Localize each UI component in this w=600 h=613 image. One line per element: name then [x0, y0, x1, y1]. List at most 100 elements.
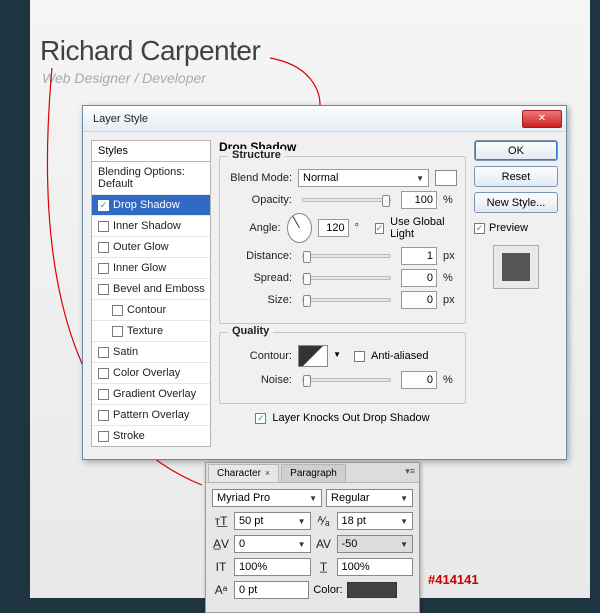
distance-label: Distance: [228, 250, 292, 262]
noise-slider[interactable] [302, 378, 391, 382]
knockout-checkbox[interactable] [255, 413, 266, 424]
baseline-input[interactable]: 0 pt [234, 581, 309, 599]
blend-mode-label: Blend Mode: [228, 172, 292, 184]
styles-item[interactable]: Gradient Overlay [92, 384, 210, 405]
font-weight-dropdown[interactable]: Regular▼ [326, 489, 413, 507]
close-button[interactable]: ✕ [522, 110, 562, 128]
caret-down-icon: ▼ [333, 350, 341, 359]
angle-dial[interactable] [287, 213, 312, 243]
style-label: Inner Shadow [113, 220, 181, 232]
style-checkbox[interactable] [98, 221, 109, 232]
dialog-title: Layer Style [87, 113, 148, 125]
style-label: Bevel and Emboss [113, 283, 205, 295]
global-light-label: Use Global Light [390, 216, 457, 240]
opacity-input[interactable]: 100 [401, 191, 437, 209]
contour-picker[interactable]: ▼ [298, 345, 328, 367]
ok-button[interactable]: OK [474, 140, 558, 161]
menu-icon: ▾≡ [405, 466, 415, 477]
font-size-icon: т͟T [212, 514, 230, 528]
style-label: Contour [127, 304, 166, 316]
styles-item[interactable]: Satin [92, 342, 210, 363]
tab-character[interactable]: Character× [208, 464, 279, 482]
text-color-swatch[interactable] [347, 582, 397, 598]
styles-header[interactable]: Styles [91, 140, 211, 161]
style-checkbox[interactable] [98, 347, 109, 358]
size-input[interactable]: 0 [401, 291, 437, 309]
distance-slider[interactable] [302, 254, 391, 258]
styles-item[interactable]: Stroke [92, 426, 210, 446]
leading-icon: ᴬ⁄ₐ [315, 514, 333, 528]
shadow-color-swatch[interactable] [435, 170, 457, 186]
caret-down-icon: ▼ [416, 174, 424, 183]
angle-label: Angle: [228, 222, 281, 234]
reset-button[interactable]: Reset [474, 166, 558, 187]
tracking-icon: AV [315, 537, 333, 551]
styles-item[interactable]: Blending Options: Default [92, 162, 210, 195]
styles-item[interactable]: Bevel and Emboss [92, 279, 210, 300]
style-checkbox[interactable] [98, 389, 109, 400]
style-checkbox[interactable] [112, 305, 123, 316]
page-title: Richard Carpenter [40, 35, 260, 67]
quality-title: Quality [228, 325, 273, 337]
caret-down-icon: ▼ [298, 517, 306, 526]
kerning-input[interactable]: 0▼ [234, 535, 311, 553]
style-checkbox[interactable] [98, 431, 109, 442]
spread-slider[interactable] [302, 276, 391, 280]
styles-item[interactable]: Pattern Overlay [92, 405, 210, 426]
styles-item[interactable]: Color Overlay [92, 363, 210, 384]
anti-aliased-label: Anti-aliased [371, 350, 428, 362]
style-label: Color Overlay [113, 367, 180, 379]
tab-paragraph[interactable]: Paragraph [281, 464, 346, 482]
vscale-icon: IT [212, 560, 230, 574]
style-checkbox[interactable] [98, 368, 109, 379]
distance-input[interactable]: 1 [401, 247, 437, 265]
styles-item[interactable]: Inner Shadow [92, 216, 210, 237]
hscale-input[interactable]: 100% [337, 558, 414, 576]
structure-title: Structure [228, 149, 285, 161]
vscale-input[interactable]: 100% [234, 558, 311, 576]
anti-aliased-checkbox[interactable] [354, 351, 365, 362]
style-label: Blending Options: Default [98, 166, 206, 190]
spread-input[interactable]: 0 [401, 269, 437, 287]
global-light-checkbox[interactable] [375, 223, 385, 234]
style-label: Satin [113, 346, 138, 358]
styles-item[interactable]: Outer Glow [92, 237, 210, 258]
close-icon[interactable]: × [265, 468, 270, 478]
caret-down-icon: ▼ [400, 540, 408, 549]
styles-item[interactable]: Contour [92, 300, 210, 321]
opacity-slider[interactable] [302, 198, 391, 202]
font-family-dropdown[interactable]: Myriad Pro▼ [212, 489, 322, 507]
new-style-button[interactable]: New Style... [474, 192, 558, 213]
styles-item[interactable]: Inner Glow [92, 258, 210, 279]
preview-checkbox[interactable] [474, 223, 485, 234]
leading-input[interactable]: 18 pt▼ [337, 512, 414, 530]
size-label: Size: [228, 294, 292, 306]
contour-label: Contour: [228, 350, 292, 362]
layer-style-dialog: Layer Style ✕ Styles Blending Options: D… [82, 105, 567, 460]
size-slider[interactable] [302, 298, 391, 302]
panel-menu[interactable]: ▾≡ [405, 466, 415, 477]
page-subtitle: Web Designer / Developer [42, 70, 206, 86]
angle-input[interactable]: 120 [318, 219, 349, 237]
style-checkbox[interactable] [98, 263, 109, 274]
style-checkbox[interactable] [98, 200, 109, 211]
styles-item[interactable]: Drop Shadow [92, 195, 210, 216]
kerning-icon: A̲V [212, 537, 230, 551]
blend-mode-dropdown[interactable]: Normal ▼ [298, 169, 429, 187]
style-label: Inner Glow [113, 262, 166, 274]
style-checkbox[interactable] [112, 326, 123, 337]
caret-down-icon: ▼ [400, 517, 408, 526]
caret-down-icon: ▼ [400, 494, 408, 503]
dialog-titlebar[interactable]: Layer Style ✕ [83, 106, 566, 132]
style-checkbox[interactable] [98, 284, 109, 295]
noise-input[interactable]: 0 [401, 371, 437, 389]
styles-item[interactable]: Texture [92, 321, 210, 342]
color-hex-annotation: #414141 [428, 572, 479, 587]
font-size-input[interactable]: 50 pt▼ [234, 512, 311, 530]
hscale-icon: T̲ [315, 560, 333, 574]
tracking-input[interactable]: -50▼ [337, 535, 414, 553]
preview-swatch [493, 245, 539, 289]
baseline-icon: Aᵃ [212, 583, 230, 597]
style-checkbox[interactable] [98, 410, 109, 421]
style-checkbox[interactable] [98, 242, 109, 253]
